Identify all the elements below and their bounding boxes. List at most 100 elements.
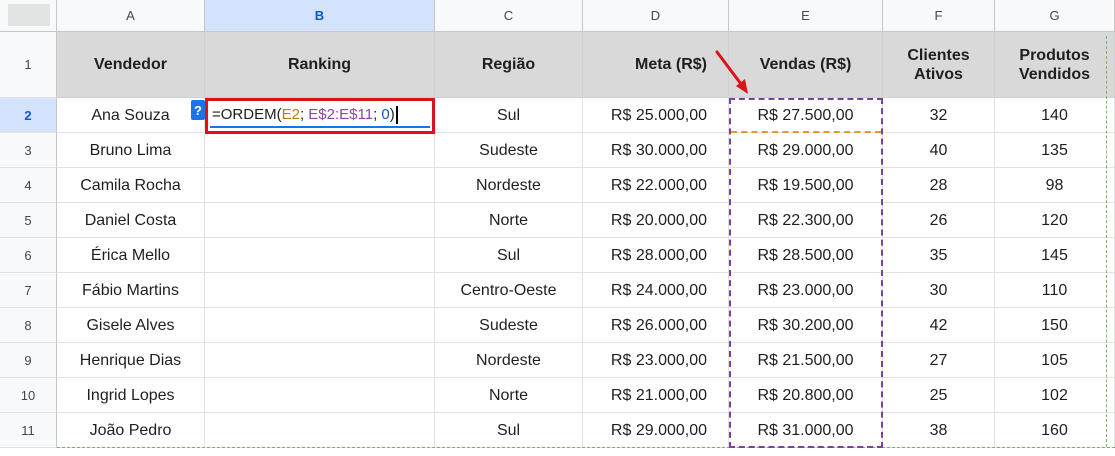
cell-c3[interactable]: Sudeste [435,133,583,168]
help-label: ? [194,102,202,118]
cell-f2[interactable]: 32 [883,98,995,133]
cell-d6[interactable]: R$ 28.000,00 [583,238,729,273]
formula-function: =ORDEM( [212,106,282,123]
cell-d5[interactable]: R$ 20.000,00 [583,203,729,238]
cell-c7[interactable]: Centro-Oeste [435,273,583,308]
formula-ref-1: E2 [281,106,300,123]
column-header-d[interactable]: D [583,0,729,32]
cell-f4[interactable]: 28 [883,168,995,203]
row-header-7[interactable]: 7 [0,273,57,308]
cell-c5[interactable]: Norte [435,203,583,238]
formula-input[interactable]: =ORDEM(E2; E$2:E$11; 0) [210,103,430,128]
cell-d4[interactable]: R$ 22.000,00 [583,168,729,203]
cell-a2[interactable]: Ana Souza [57,98,205,133]
cell-b9[interactable] [205,343,435,378]
row-header-6[interactable]: 6 [0,238,57,273]
cell-f9[interactable]: 27 [883,343,995,378]
cell-f11[interactable]: 38 [883,413,995,448]
cell-f7[interactable]: 30 [883,273,995,308]
formula-order-arg: 0 [381,106,390,123]
row-header-1[interactable]: 1 [0,32,57,98]
cell-c11[interactable]: Sul [435,413,583,448]
row-header-4[interactable]: 4 [0,168,57,203]
text-cursor [395,105,398,124]
cell-g6[interactable]: 145 [995,238,1115,273]
cell-g5[interactable]: 120 [995,203,1115,238]
column-header-a[interactable]: A [57,0,205,32]
cell-f10[interactable]: 25 [883,378,995,413]
formula-ref-2: E$2:E$11 [308,106,374,123]
column-header-g[interactable]: G [995,0,1115,32]
cell-d10[interactable]: R$ 21.000,00 [583,378,729,413]
cell-a8[interactable]: Gisele Alves [57,308,205,343]
formula-separator-2: ; [373,106,382,123]
cell-c9[interactable]: Nordeste [435,343,583,378]
formula-close-paren: ) [389,106,395,123]
cell-b11[interactable] [205,413,435,448]
row-header-11[interactable]: 11 [0,413,57,448]
header-clientes-ativos[interactable]: Clientes Ativos [883,32,995,98]
cell-b4[interactable] [205,168,435,203]
header-meta[interactable]: Meta (R$) [583,32,729,98]
cell-c4[interactable]: Nordeste [435,168,583,203]
cell-editor-b2[interactable]: =ORDEM(E2; E$2:E$11; 0) [205,98,435,134]
cell-a11[interactable]: João Pedro [57,413,205,448]
cell-a7[interactable]: Fábio Martins [57,273,205,308]
column-header-e[interactable]: E [729,0,883,32]
cell-f3[interactable]: 40 [883,133,995,168]
row-header-3[interactable]: 3 [0,133,57,168]
cell-g2[interactable]: 140 [995,98,1115,133]
cell-d9[interactable]: R$ 23.000,00 [583,343,729,378]
cell-f5[interactable]: 26 [883,203,995,238]
copy-range-border-bottom [57,447,1115,448]
row-header-5[interactable]: 5 [0,203,57,238]
cell-b8[interactable] [205,308,435,343]
cell-b5[interactable] [205,203,435,238]
row-header-8[interactable]: 8 [0,308,57,343]
cell-d11[interactable]: R$ 29.000,00 [583,413,729,448]
column-header-b[interactable]: B [205,0,435,32]
cell-b6[interactable] [205,238,435,273]
header-ranking[interactable]: Ranking [205,32,435,98]
cell-d2[interactable]: R$ 25.000,00 [583,98,729,133]
cell-g11[interactable]: 160 [995,413,1115,448]
cell-a4[interactable]: Camila Rocha [57,168,205,203]
cell-g7[interactable]: 110 [995,273,1115,308]
cell-a10[interactable]: Ingrid Lopes [57,378,205,413]
header-vendas[interactable]: Vendas (R$) [729,32,883,98]
formula-separator-1: ; [299,106,309,123]
cell-b10[interactable] [205,378,435,413]
cell-c8[interactable]: Sudeste [435,308,583,343]
cell-g10[interactable]: 102 [995,378,1115,413]
header-vendedor[interactable]: Vendedor [57,32,205,98]
select-all-corner[interactable] [0,0,57,32]
cell-c10[interactable]: Norte [435,378,583,413]
cell-a5[interactable]: Daniel Costa [57,203,205,238]
cell-g8[interactable]: 150 [995,308,1115,343]
cell-g4[interactable]: 98 [995,168,1115,203]
cell-d8[interactable]: R$ 26.000,00 [583,308,729,343]
help-icon[interactable]: ? [191,100,205,120]
referenced-cell-highlight [731,131,881,133]
cell-d7[interactable]: R$ 24.000,00 [583,273,729,308]
cell-c2[interactable]: Sul [435,98,583,133]
cell-a6[interactable]: Érica Mello [57,238,205,273]
cell-f8[interactable]: 42 [883,308,995,343]
cell-g9[interactable]: 105 [995,343,1115,378]
row-header-10[interactable]: 10 [0,378,57,413]
column-header-c[interactable]: C [435,0,583,32]
cell-a9[interactable]: Henrique Dias [57,343,205,378]
copy-range-border-right [1106,36,1107,447]
cell-b3[interactable] [205,133,435,168]
row-header-9[interactable]: 9 [0,343,57,378]
cell-g3[interactable]: 135 [995,133,1115,168]
header-produtos-vendidos[interactable]: Produtos Vendidos [995,32,1115,98]
cell-d3[interactable]: R$ 30.000,00 [583,133,729,168]
row-header-2[interactable]: 2 [0,98,57,133]
cell-a3[interactable]: Bruno Lima [57,133,205,168]
column-header-f[interactable]: F [883,0,995,32]
cell-c6[interactable]: Sul [435,238,583,273]
cell-f6[interactable]: 35 [883,238,995,273]
cell-b7[interactable] [205,273,435,308]
header-regiao[interactable]: Região [435,32,583,98]
